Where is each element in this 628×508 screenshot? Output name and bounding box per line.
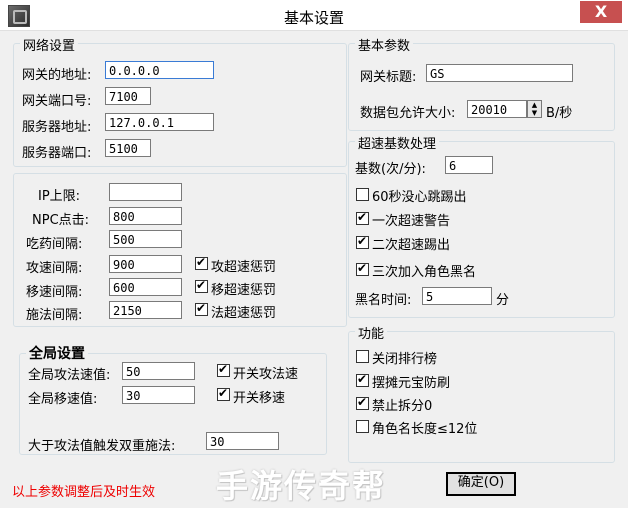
basic-legend: 基本参数 [355, 35, 414, 54]
server-address-input[interactable]: 127.0.0.1 [105, 113, 214, 131]
cast-penalty-checkbox[interactable] [195, 301, 208, 316]
first-warning-checkbox[interactable] [356, 210, 369, 225]
move-interval-label: 移速间隔: [26, 285, 83, 300]
server-address-label: 服务器地址: [22, 120, 92, 135]
features-legend: 功能 [355, 323, 388, 342]
cast-interval-input[interactable]: 2150 [109, 301, 182, 319]
name-length-label: 角色名长度≤12位 [372, 422, 478, 437]
blacklist-unit: 分 [496, 293, 510, 308]
no-heartbeat-checkbox[interactable] [356, 188, 369, 201]
attack-toggle-label: 开关攻法速 [233, 367, 299, 382]
blacklist-checkbox[interactable] [356, 261, 369, 276]
attack-penalty-checkbox[interactable] [195, 255, 208, 270]
move-penalty-label: 移超速惩罚 [211, 283, 277, 298]
ok-button[interactable]: 确定(O) [446, 472, 516, 496]
global-move-speed-label: 全局移速值: [28, 392, 98, 407]
attack-penalty-label: 攻超速惩罚 [211, 260, 277, 275]
cast-penalty-label: 法超速惩罚 [211, 306, 277, 321]
speedhack-legend: 超速基数处理 [355, 133, 440, 152]
ip-limit-input[interactable] [109, 183, 182, 201]
gateway-address-input[interactable]: 0.0.0.0 [105, 61, 214, 79]
no-split-checkbox[interactable] [356, 395, 369, 410]
first-warning-label: 一次超速警告 [372, 214, 451, 229]
potion-interval-input[interactable]: 500 [109, 230, 182, 248]
gateway-title-label: 网关标题: [360, 70, 417, 85]
blacklist-time-label: 黑名时间: [355, 293, 412, 308]
window-title: 基本设置 [283, 9, 344, 27]
attack-interval-label: 攻速间隔: [26, 261, 83, 276]
title-bar: 基本设置 X [0, 0, 628, 31]
potion-interval-label: 吃药间隔: [26, 237, 83, 252]
global-attack-speed-input[interactable]: 50 [122, 362, 195, 380]
attack-toggle-checkbox[interactable] [217, 362, 230, 377]
move-penalty-checkbox[interactable] [195, 278, 208, 293]
move-toggle-label: 开关移速 [233, 391, 286, 406]
name-length-checkbox[interactable] [356, 420, 369, 433]
second-kick-checkbox[interactable] [356, 234, 369, 249]
dialog-body: 网络设置 网关的地址: 0.0.0.0 网关端口号: 7100 服务器地址: 1… [6, 31, 622, 505]
blacklist-label: 三次加入角色黑名 [372, 265, 477, 280]
blacklist-time-input[interactable]: 5 [422, 287, 492, 305]
global-move-speed-input[interactable]: 30 [122, 386, 195, 404]
close-button[interactable]: X [580, 1, 622, 23]
packet-size-spinner[interactable]: ▲ ▼ [527, 100, 542, 118]
stall-protect-label: 摆摊元宝防刷 [372, 376, 451, 391]
attack-interval-input[interactable]: 900 [109, 255, 182, 273]
gateway-address-label: 网关的地址: [22, 68, 92, 83]
move-toggle-checkbox[interactable] [217, 386, 230, 401]
packet-size-input[interactable]: 20010 [467, 100, 527, 118]
network-legend: 网络设置 [20, 35, 79, 54]
packet-size-label: 数据包允许大小: [360, 106, 456, 121]
global-attack-speed-label: 全局攻法速值: [28, 368, 111, 383]
notice-text: 以上参数调整后及时生效 [12, 485, 156, 500]
npc-click-label: NPC点击: [32, 213, 90, 228]
close-ranking-label: 关闭排行榜 [372, 352, 438, 367]
ip-limit-label: IP上限: [38, 189, 81, 204]
double-trigger-input[interactable]: 30 [206, 432, 279, 450]
server-port-label: 服务器端口: [22, 146, 92, 161]
base-label: 基数(次/分): [355, 162, 426, 177]
no-heartbeat-label: 60秒没心跳踢出 [372, 190, 467, 205]
npc-click-input[interactable]: 800 [109, 207, 182, 225]
move-interval-input[interactable]: 600 [109, 278, 182, 296]
packet-unit: B/秒 [546, 106, 573, 121]
spin-up-icon[interactable]: ▲ [528, 101, 541, 109]
base-input[interactable]: 6 [445, 156, 493, 174]
cast-interval-label: 施法间隔: [26, 308, 83, 323]
watermark: 手游传奇帮 [216, 467, 387, 505]
close-ranking-checkbox[interactable] [356, 350, 369, 363]
global-legend: 全局设置 [26, 343, 88, 363]
gateway-port-input[interactable]: 7100 [105, 87, 151, 105]
server-port-input[interactable]: 5100 [105, 139, 151, 157]
gateway-title-input[interactable]: GS [426, 64, 573, 82]
double-trigger-label: 大于攻法值触发双重施法: [28, 439, 176, 454]
stall-protect-checkbox[interactable] [356, 372, 369, 387]
no-split-label: 禁止拆分0 [372, 399, 433, 414]
spin-down-icon[interactable]: ▼ [528, 109, 541, 117]
second-kick-label: 二次超速踢出 [372, 238, 451, 253]
gateway-port-label: 网关端口号: [22, 94, 92, 109]
